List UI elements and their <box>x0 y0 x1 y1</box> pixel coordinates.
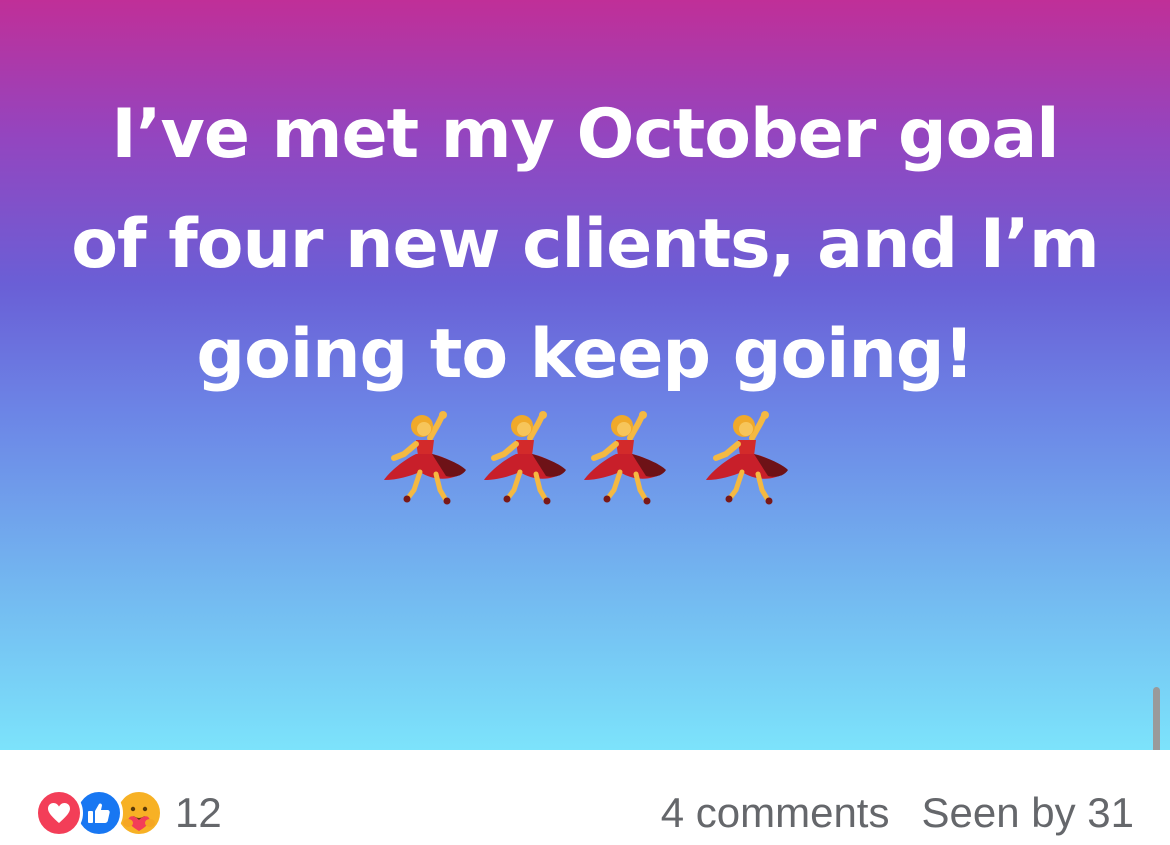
love-icon <box>35 789 83 837</box>
post-stats: 4 comments Seen by 31 <box>661 788 1134 838</box>
comments-link[interactable]: 4 comments <box>661 789 890 837</box>
woman-dancing-icon <box>380 410 468 506</box>
post-card: I’ve met my October goal of four new cli… <box>0 0 1170 845</box>
post-footer: 12 4 comments Seen by 31 <box>0 750 1170 845</box>
post-text-body: I’ve met my October goal of four new cli… <box>71 95 1099 394</box>
emoji-row <box>374 426 674 505</box>
post-text: I’ve met my October goal of four new cli… <box>70 80 1100 521</box>
woman-dancing-icon <box>702 410 790 506</box>
woman-dancing-icon <box>580 410 668 506</box>
reactions-summary[interactable]: 12 <box>35 788 222 838</box>
woman-dancing-icon <box>480 410 568 506</box>
seen-by-link[interactable]: Seen by 31 <box>921 789 1134 837</box>
reaction-count: 12 <box>175 789 222 836</box>
post-background: I’ve met my October goal of four new cli… <box>0 0 1170 750</box>
